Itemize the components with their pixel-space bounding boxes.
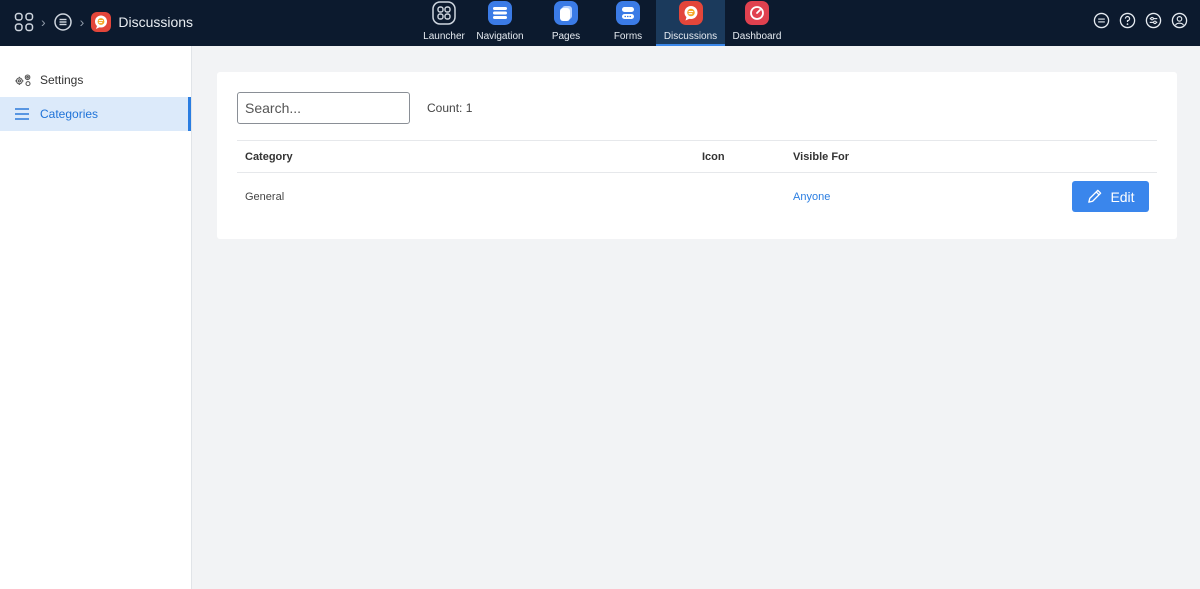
discussions-icon[interactable]	[90, 11, 112, 33]
column-header-icon[interactable]: Icon	[702, 151, 725, 163]
menu-lines-icon	[13, 106, 33, 122]
divider	[237, 172, 1157, 173]
gears-icon	[13, 72, 33, 88]
edit-label: Edit	[1110, 188, 1135, 205]
sidebar: Settings Categories	[0, 46, 192, 589]
pages-icon	[554, 1, 578, 25]
result-count: Count: 1	[427, 101, 473, 115]
app-navigation[interactable]: Navigation	[468, 0, 532, 46]
tune-icon[interactable]	[1144, 11, 1162, 29]
search-input[interactable]	[237, 92, 410, 124]
grid-icon[interactable]	[13, 11, 35, 33]
column-header-category[interactable]: Category	[245, 151, 293, 163]
chevron-right-icon: ›	[79, 14, 85, 30]
help-icon[interactable]	[1118, 11, 1136, 29]
app-forms[interactable]: Forms	[600, 0, 656, 46]
sidebar-item-label: Categories	[40, 107, 99, 121]
category-name: General	[245, 191, 285, 203]
app-discussions[interactable]: Discussions	[656, 0, 725, 46]
list-circle-icon[interactable]	[52, 11, 74, 33]
visible-for-link[interactable]: Anyone	[793, 191, 830, 203]
header-actions	[1092, 11, 1188, 29]
pencil-icon	[1086, 188, 1103, 205]
sidebar-item-label: Settings	[40, 73, 84, 87]
app-launcher[interactable]: Launcher	[420, 0, 468, 46]
page-title: Discussions	[118, 14, 194, 30]
divider	[237, 140, 1157, 141]
forms-icon	[616, 1, 640, 25]
categories-panel: Count: 1 Category Icon Visible For Gener…	[217, 72, 1177, 239]
sidebar-item-settings[interactable]: Settings	[0, 63, 191, 97]
app-dashboard[interactable]: Dashboard	[725, 0, 789, 46]
chevron-right-icon: ›	[41, 14, 46, 30]
edit-button[interactable]: Edit	[1072, 181, 1149, 212]
discussions-icon	[678, 1, 703, 25]
chat-icon[interactable]	[1092, 11, 1110, 29]
launcher-icon	[432, 1, 456, 25]
column-header-visible-for[interactable]: Visible For	[793, 151, 849, 163]
breadcrumb: › › Discussions	[13, 10, 193, 34]
top-bar: › › Discussions Launcher Navigation Page…	[0, 0, 1200, 46]
app-switcher: Launcher Navigation Pages Forms Discussi…	[420, 0, 789, 46]
sidebar-item-categories[interactable]: Categories	[0, 97, 191, 131]
user-icon[interactable]	[1170, 11, 1188, 29]
dashboard-icon	[745, 1, 769, 25]
navigation-icon	[488, 1, 512, 25]
app-pages[interactable]: Pages	[532, 0, 600, 46]
